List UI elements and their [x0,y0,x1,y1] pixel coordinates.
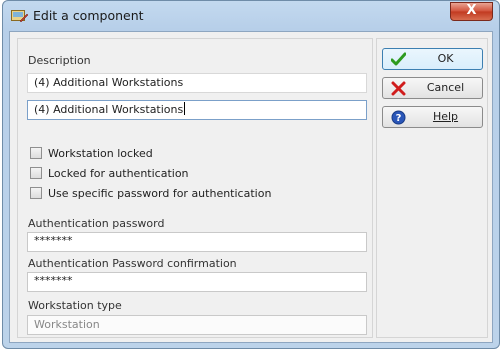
cancel-button[interactable]: Cancel [382,77,483,99]
description-label: Description [28,54,91,67]
auth-password-confirm-input[interactable]: ******* [27,272,367,292]
ok-button[interactable]: OK [382,48,483,70]
description-display-field: (4) Additional Workstations [27,73,367,93]
checkbox-box[interactable] [30,187,42,199]
button-panel: OK Cancel ? Help [376,38,488,338]
workstation-type-field: Workstation [27,315,367,335]
cancel-button-label: Cancel [426,81,465,94]
form-panel: Description (4) Additional Workstations … [17,38,373,338]
dialog-window: Edit a component X Description (4) Addit… [2,0,500,349]
checkbox-box[interactable] [30,147,42,159]
auth-password-confirm-label: Authentication Password confirmation [28,257,237,270]
checkbox-box[interactable] [30,167,42,179]
cross-icon [391,81,406,96]
checkbox-use-specific-password[interactable]: Use specific password for authentication [30,185,271,201]
workstation-type-label: Workstation type [28,299,122,312]
check-icon [391,52,406,66]
component-edit-icon [11,10,28,23]
auth-password-label: Authentication password [28,217,165,230]
description-input[interactable]: (4) Additional Workstations [27,100,367,120]
checkbox-label: Workstation locked [48,146,153,160]
checkbox-label: Use specific password for authentication [48,186,272,200]
help-button-label: Help [432,110,459,123]
window-title: Edit a component [33,8,144,23]
checkbox-locked-for-authentication[interactable]: Locked for authentication [30,165,189,181]
help-button[interactable]: ? Help [382,106,483,128]
checkbox-workstation-locked[interactable]: Workstation locked [30,145,153,161]
svg-text:?: ? [396,113,402,124]
ok-button-label: OK [437,52,454,65]
help-icon: ? [391,110,406,125]
title-bar[interactable]: Edit a component X [3,1,499,31]
text-caret [184,102,186,115]
close-button[interactable]: X [450,2,493,21]
description-input-text: (4) Additional Workstations [34,103,184,116]
dialog-client-area: Description (4) Additional Workstations … [9,31,493,343]
auth-password-input[interactable]: ******* [27,232,367,252]
checkbox-label: Locked for authentication [48,166,189,180]
